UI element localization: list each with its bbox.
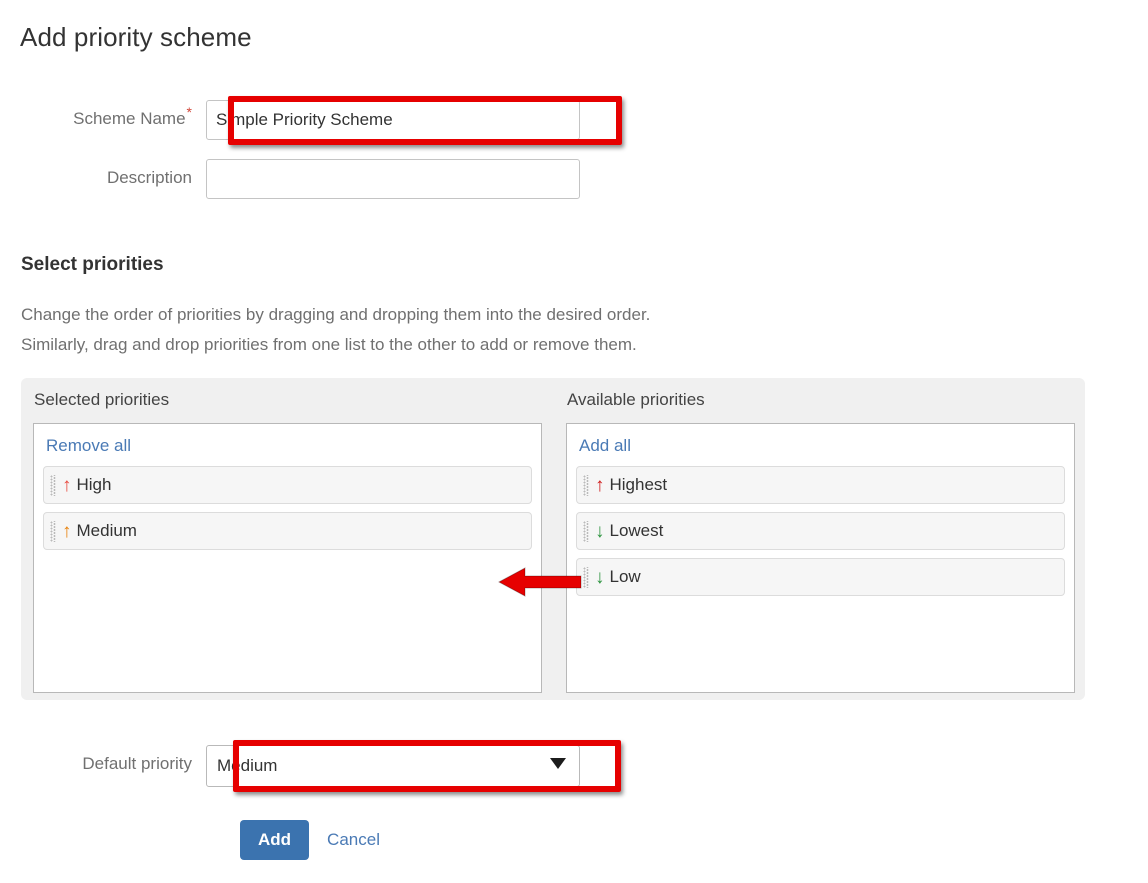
available-priorities-title: Available priorities [566,390,1075,410]
drag-handle-icon[interactable] [50,521,57,542]
remove-all-link[interactable]: Remove all [46,436,131,456]
description-input[interactable] [206,159,580,199]
selected-priorities-title: Selected priorities [33,390,542,410]
drag-handle-icon[interactable] [583,567,590,588]
required-asterisk-icon: * [187,104,192,120]
page-title: Add priority scheme [20,22,252,53]
default-priority-row: Default priority Medium [0,745,580,787]
select-priorities-description: Change the order of priorities by draggi… [21,300,650,360]
scheme-name-label-text: Scheme Name [73,109,185,128]
arrow-up-icon: ↑ [62,476,72,495]
cancel-link[interactable]: Cancel [327,830,380,850]
form-actions: Add Cancel [240,820,380,860]
drag-handle-icon[interactable] [50,475,57,496]
add-button[interactable]: Add [240,820,309,860]
scheme-name-row: Scheme Name* [0,100,580,140]
priority-label: High [77,475,112,495]
default-priority-select-wrapper: Medium [206,745,580,787]
arrow-up-icon: ↑ [595,476,605,495]
drag-handle-icon[interactable] [583,475,590,496]
list-item[interactable]: ↓ Lowest [576,512,1065,550]
description-row: Description [0,159,580,199]
list-item[interactable]: ↓ Low [576,558,1065,596]
default-priority-select[interactable]: Medium [206,745,580,787]
priorities-dual-list-panel: Selected priorities Remove all ↑ High ↑ … [21,378,1085,700]
default-priority-selected-value: Medium [217,756,277,776]
available-priorities-column: Available priorities Add all ↑ Highest ↓… [566,390,1075,693]
available-priorities-listbox[interactable]: Add all ↑ Highest ↓ Lowest ↓ Low [566,423,1075,693]
selected-priorities-column: Selected priorities Remove all ↑ High ↑ … [33,390,542,693]
select-priorities-heading: Select priorities [21,254,164,276]
list-item[interactable]: ↑ High [43,466,532,504]
arrow-up-icon: ↑ [62,522,72,541]
add-priority-scheme-page: Add priority scheme Scheme Name* Descrip… [0,0,1148,883]
priority-label: Highest [610,475,668,495]
selected-priorities-listbox[interactable]: Remove all ↑ High ↑ Medium [33,423,542,693]
add-all-link[interactable]: Add all [579,436,631,456]
description-line-2: Similarly, drag and drop priorities from… [21,330,650,360]
default-priority-label: Default priority [0,745,206,783]
list-item[interactable]: ↑ Highest [576,466,1065,504]
description-label: Description [0,159,206,197]
priority-label: Lowest [610,521,664,541]
arrow-down-icon: ↓ [595,568,605,587]
list-item[interactable]: ↑ Medium [43,512,532,550]
scheme-name-input[interactable] [206,100,580,140]
scheme-name-label: Scheme Name* [0,100,206,138]
priority-label: Low [610,567,641,587]
arrow-down-icon: ↓ [595,522,605,541]
priority-label: Medium [77,521,137,541]
drag-handle-icon[interactable] [583,521,590,542]
description-line-1: Change the order of priorities by draggi… [21,300,650,330]
